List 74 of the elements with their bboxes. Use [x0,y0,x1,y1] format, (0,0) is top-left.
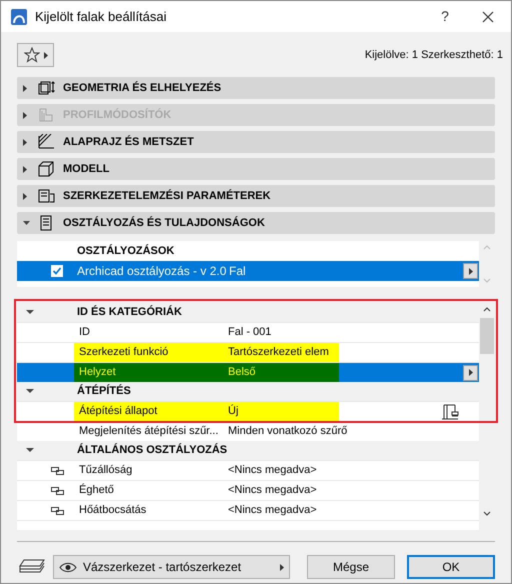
link-icon [51,506,64,514]
group-header[interactable]: ID ÉS KATEGÓRIÁK [17,303,479,322]
section-header[interactable]: MODELL [17,158,495,180]
link-icon [51,486,64,494]
dropdown-arrow-button[interactable] [463,364,478,380]
caret-right-icon [23,192,27,200]
caret-down-icon [26,310,34,315]
window-title: Kijelölt falak beállításai [35,8,168,26]
layer-dropdown[interactable]: Vázszerkezet - tartószerkezet [53,555,290,579]
crane-icon [441,404,459,420]
property-label: Megjelenítés átépítési szűr... [78,424,220,440]
property-label: ID [78,325,91,340]
link-icon [51,466,64,474]
property-row[interactable]: Szerkezeti funkció Tartószerkezeti elem [17,342,479,362]
property-value: Új [228,404,240,420]
caret-down-icon [23,220,30,226]
classification-system: Archicad osztályozás - v 2.0 [77,263,228,280]
star-icon [24,47,40,63]
close-icon [482,10,494,22]
caret-right-icon [280,564,284,570]
property-value: Tartószerkezeti elem [228,345,330,360]
caret-right-icon [23,112,27,118]
caret-down-icon [26,389,34,394]
dialog-button[interactable]: OK [407,555,495,579]
group-header[interactable]: ÁTÉPÍTÉS [17,382,479,401]
classification-row[interactable]: Archicad osztályozás - v 2.0 Fal [17,261,479,281]
section-header[interactable]: GEOMETRIA ÉS ELHELYEZÉS [17,77,495,99]
caret-right-icon [44,52,48,58]
layers-arrow-icon [38,80,55,96]
property-value: Minden vonatkozó szűrő [228,424,348,440]
property-value: <Nincs megadva> [228,483,318,498]
classification-value: Fal [229,263,247,280]
profile-icon [38,107,55,123]
scrollbar-thumb[interactable] [480,318,494,354]
property-label: Szerkezeti funkció [78,345,170,360]
chevron-down-icon [483,278,491,283]
caret-right-icon [468,268,472,274]
chevron-up-icon [483,307,491,312]
checkbox[interactable] [51,265,63,277]
caret-right-icon [23,84,27,92]
hatch-icon [38,134,55,150]
scrollbar[interactable] [479,303,495,530]
eye-icon [59,562,77,572]
property-label: Tűzállóság [78,463,134,478]
caret-right-icon [468,369,472,376]
property-value: <Nincs megadva> [228,503,318,518]
selection-info: Kijelölve: 1 Szerkeszthető: 1 [364,48,503,63]
property-row[interactable]: Átépítési állapot Új [17,401,479,421]
property-row[interactable]: Helyzet Belső [17,362,479,382]
check-icon [52,266,62,276]
help-button[interactable]: ? [425,1,465,32]
app-logo-icon [11,8,27,24]
section-header[interactable]: ALAPRAJZ ÉS METSZET [17,131,495,153]
property-label: Éghető [78,482,115,498]
favorites-button[interactable] [17,43,54,67]
caret-right-icon [23,138,27,146]
chevron-up-icon [483,245,491,250]
property-value: Belső [228,365,257,380]
property-label: Helyzet [78,365,117,380]
property-value: Fal - 001 [228,325,272,340]
chevron-down-icon [483,511,491,516]
dropdown-arrow-button[interactable] [463,263,478,279]
dialog-button[interactable]: Mégse [307,555,395,579]
property-value: <Nincs megadva> [228,463,318,478]
property-label: Átépítési állapot [78,404,158,420]
column-heading: OSZTÁLYOZÁSOK [76,243,176,259]
caret-down-icon [26,448,34,453]
property-label: Hőátbocsátás [78,503,148,518]
document-icon [38,188,55,204]
section-header[interactable]: SZERKEZETELEMZÉSI PARAMÉTEREK [17,185,495,207]
box-icon [38,161,55,177]
caret-right-icon [23,166,27,172]
group-header[interactable]: ÁLTALÁNOS OSZTÁLYOZÁS [17,441,479,460]
section-header[interactable]: OSZTÁLYOZÁS ÉS TULAJDONSÁGOK [17,212,495,234]
